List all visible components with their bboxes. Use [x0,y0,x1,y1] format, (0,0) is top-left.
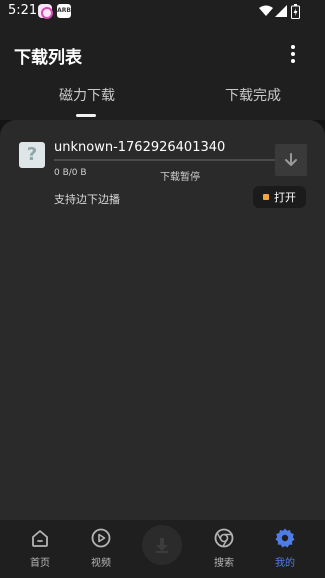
tab-indicator [76,114,96,117]
open-button[interactable]: 打开 [253,186,306,208]
nav-item-search[interactable]: 搜索 [199,520,249,578]
more-dot [291,52,295,56]
bottom-navigation: 首页 视频 搜索 我的 [0,520,325,578]
more-options-button[interactable] [281,42,305,66]
nav-item-mine[interactable]: 我的 [260,520,310,578]
more-vertical-icon [291,45,295,49]
signal-icon [275,5,287,17]
open-button-label: 打开 [274,191,296,204]
nav-label-search: 搜索 [214,558,234,569]
unknown-file-icon: ? [19,142,45,168]
nav-label-home: 首页 [30,558,50,569]
center-download-button[interactable] [142,525,182,565]
open-dot-icon [263,194,269,200]
page-title: 下载列表 [14,48,82,68]
notification-badge-icon: ARB [57,4,71,18]
tab-download-complete[interactable]: 下载完成 [172,84,325,120]
battery-icon [291,4,300,19]
nav-label-mine: 我的 [275,558,295,569]
download-progress-bar [54,159,275,161]
file-name: unknown-1762926401340 [54,140,226,155]
download-action-button[interactable] [275,144,307,176]
tab-bar: 磁力下载 下载完成 [0,84,325,120]
download-list: ? unknown-1762926401340 0 B/0 B 下载暂停 支持边… [0,120,325,520]
home-icon [32,530,48,547]
file-size: 0 B/0 B [54,168,87,178]
gear-icon [275,528,295,548]
download-status: 下载暂停 [160,172,200,183]
download-arrow-icon [285,153,297,166]
streaming-support-label: 支持边下边播 [54,193,120,206]
nav-item-home[interactable]: 首页 [15,520,65,578]
nav-item-video[interactable]: 视频 [76,520,126,578]
browser-icon [214,528,234,548]
download-icon [156,538,168,553]
play-icon [91,528,111,548]
status-time: 5:21 [8,3,38,18]
notification-app-icon [38,4,53,19]
status-bar: 5:21 ARB [0,0,325,24]
app-bar: 下载列表 [0,24,325,84]
more-dot [291,59,295,63]
wifi-icon [259,5,273,16]
nav-label-video: 视频 [91,558,111,569]
